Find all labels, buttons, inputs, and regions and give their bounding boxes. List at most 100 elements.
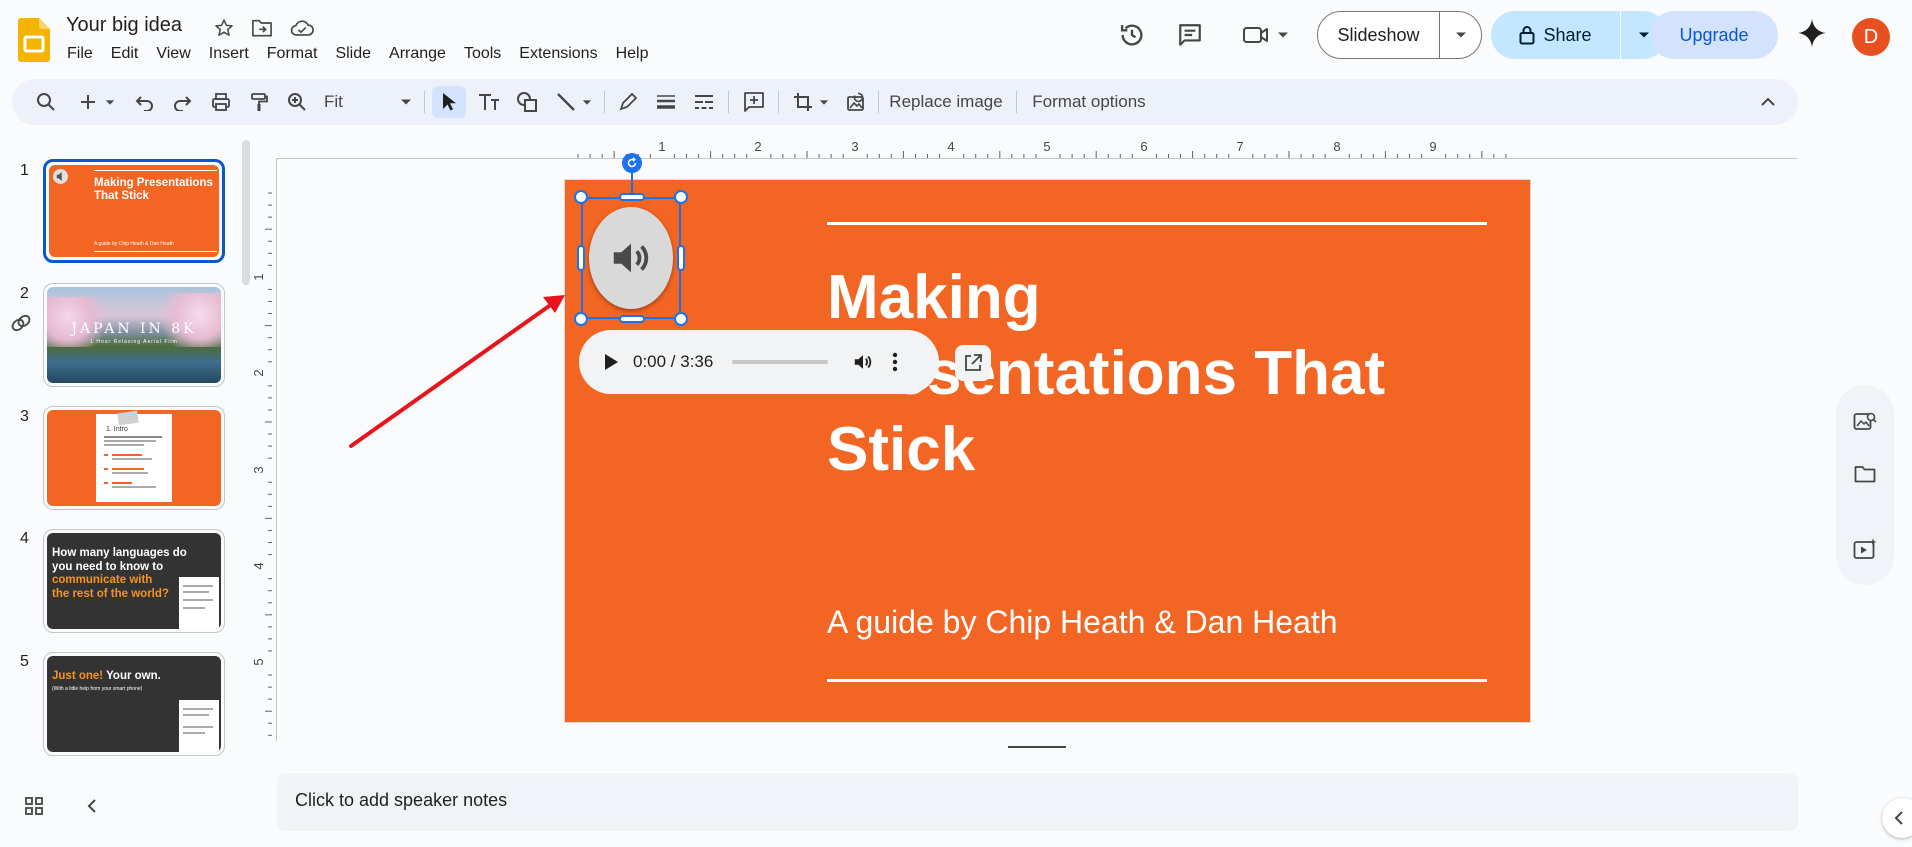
slide-thumbnail-5[interactable]: Just one! Your own. (With a little help … bbox=[43, 652, 225, 756]
show-side-panel-button[interactable] bbox=[1882, 798, 1912, 838]
rotate-handle-icon[interactable] bbox=[622, 153, 642, 173]
menu-slide[interactable]: Slide bbox=[326, 44, 380, 66]
thumb-line bbox=[183, 607, 205, 609]
slide-thumbnail-2[interactable]: JAPAN IN 8K 1 Hour Relaxing Aerial Film bbox=[43, 283, 225, 387]
redo-icon[interactable] bbox=[167, 86, 197, 118]
menu-view[interactable]: View bbox=[147, 44, 199, 66]
menu-format[interactable]: Format bbox=[258, 44, 327, 66]
collapse-panel-icon[interactable] bbox=[86, 798, 98, 819]
resize-handle[interactable] bbox=[619, 315, 645, 323]
crop-button[interactable] bbox=[786, 86, 836, 118]
toolbar-divider bbox=[424, 91, 425, 113]
move-folder-icon[interactable] bbox=[248, 14, 276, 42]
more-vert-icon[interactable] bbox=[892, 352, 898, 372]
menu-insert[interactable]: Insert bbox=[200, 44, 258, 66]
comments-icon[interactable] bbox=[1170, 15, 1210, 55]
audio-progress-track[interactable] bbox=[732, 360, 829, 364]
slide-number: 4 bbox=[20, 530, 29, 547]
slide-thumbnail-3[interactable]: 1. Intro bbox=[43, 406, 225, 510]
replace-image-button[interactable]: Replace image bbox=[888, 86, 1004, 118]
slideshow-dropdown[interactable] bbox=[1440, 31, 1481, 39]
notes-resize-handle[interactable] bbox=[1008, 746, 1066, 748]
line-tool-button[interactable] bbox=[550, 86, 598, 118]
thumb-subtitle: A guide by Chip Heath & Dan Heath bbox=[94, 241, 174, 247]
format-options-button[interactable]: Format options bbox=[1026, 86, 1152, 118]
ruler-label: 3 bbox=[254, 466, 266, 473]
menu-help[interactable]: Help bbox=[607, 44, 658, 66]
search-menus-icon[interactable] bbox=[30, 86, 62, 118]
play-icon[interactable] bbox=[603, 353, 619, 371]
collapse-toolbar-icon[interactable] bbox=[1752, 86, 1784, 118]
shape-icon[interactable] bbox=[510, 86, 544, 118]
slide-thumbnail-1[interactable]: Making Presentations That Stick A guide … bbox=[43, 159, 225, 263]
zoom-select[interactable]: Fit bbox=[320, 86, 420, 118]
resize-handle[interactable] bbox=[677, 245, 685, 271]
slides-panel-scrollbar[interactable] bbox=[242, 140, 250, 285]
menu-file[interactable]: File bbox=[58, 44, 102, 66]
toolbar-divider bbox=[778, 91, 779, 113]
resize-handle[interactable] bbox=[674, 190, 688, 204]
slide-canvas[interactable]: Making Presentations That Stick A guide … bbox=[564, 179, 1531, 723]
ruler-label: 4 bbox=[254, 562, 266, 569]
border-weight-icon[interactable] bbox=[650, 86, 682, 118]
chevron-down-icon bbox=[401, 99, 411, 105]
slide-subtitle[interactable]: A guide by Chip Heath & Dan Heath bbox=[827, 604, 1338, 641]
linked-object-icon bbox=[10, 312, 32, 339]
slides-logo[interactable] bbox=[18, 18, 50, 62]
thumb-line bbox=[112, 454, 142, 456]
video-add-icon[interactable] bbox=[1853, 539, 1877, 566]
resize-handle[interactable] bbox=[577, 245, 585, 271]
thumb-line bbox=[183, 708, 213, 710]
gemini-sparkle-icon[interactable] bbox=[1796, 17, 1828, 54]
vertical-ruler: 1 2 3 4 5 bbox=[254, 192, 272, 736]
share-main[interactable]: Share bbox=[1491, 11, 1621, 59]
menu-extensions[interactable]: Extensions bbox=[510, 44, 606, 66]
grid-view-icon[interactable] bbox=[24, 796, 44, 821]
text-box-icon[interactable] bbox=[472, 86, 506, 118]
share-button[interactable]: Share bbox=[1491, 11, 1667, 59]
folder-icon[interactable] bbox=[1854, 465, 1876, 488]
speaker-notes[interactable]: Click to add speaker notes bbox=[277, 773, 1798, 831]
border-dash-icon[interactable] bbox=[688, 86, 720, 118]
open-in-new-icon[interactable] bbox=[955, 345, 991, 381]
resize-handle[interactable] bbox=[619, 193, 645, 201]
add-comment-icon[interactable] bbox=[738, 86, 770, 118]
audio-icon[interactable] bbox=[589, 207, 673, 309]
volume-icon[interactable] bbox=[852, 351, 874, 373]
reset-image-icon[interactable] bbox=[840, 86, 872, 118]
new-slide-button[interactable] bbox=[72, 86, 122, 118]
thumb-note-card bbox=[179, 700, 219, 752]
thumb-heading-line: you need to know to bbox=[52, 560, 164, 573]
slide-number: 3 bbox=[20, 408, 29, 425]
zoom-icon[interactable] bbox=[282, 86, 312, 118]
account-avatar[interactable]: D bbox=[1852, 18, 1890, 56]
thumb-line bbox=[183, 591, 209, 593]
upgrade-button[interactable]: Upgrade bbox=[1650, 11, 1778, 59]
thumb-line bbox=[112, 486, 156, 488]
undo-icon[interactable] bbox=[130, 86, 160, 118]
version-history-icon[interactable] bbox=[1112, 15, 1152, 55]
resize-handle[interactable] bbox=[674, 312, 688, 326]
cloud-saved-icon[interactable] bbox=[288, 14, 316, 42]
thumb-document: 1. Intro bbox=[96, 410, 172, 502]
slideshow-label[interactable]: Slideshow bbox=[1318, 12, 1440, 58]
menu-tools[interactable]: Tools bbox=[455, 44, 510, 66]
resize-handle[interactable] bbox=[574, 190, 588, 204]
star-icon[interactable] bbox=[210, 14, 238, 42]
line-icon bbox=[557, 93, 575, 111]
ruler-label: 1 bbox=[254, 273, 266, 280]
border-color-icon[interactable] bbox=[612, 86, 644, 118]
menu-edit[interactable]: Edit bbox=[102, 44, 148, 66]
document-title[interactable]: Your big idea bbox=[66, 14, 182, 37]
slideshow-button[interactable]: Slideshow bbox=[1317, 11, 1482, 59]
bottom-rule bbox=[827, 679, 1487, 682]
image-search-icon[interactable] bbox=[1853, 411, 1877, 438]
print-icon[interactable] bbox=[206, 86, 236, 118]
menu-arrange[interactable]: Arrange bbox=[380, 44, 455, 66]
meet-video-button[interactable] bbox=[1236, 15, 1296, 55]
ruler-label: 8 bbox=[1333, 139, 1340, 154]
thumb-line bbox=[112, 458, 152, 460]
slide-thumbnail-4[interactable]: How many languages do you need to know t… bbox=[43, 529, 225, 633]
select-tool-icon[interactable] bbox=[432, 86, 466, 118]
paint-format-icon[interactable] bbox=[244, 86, 274, 118]
